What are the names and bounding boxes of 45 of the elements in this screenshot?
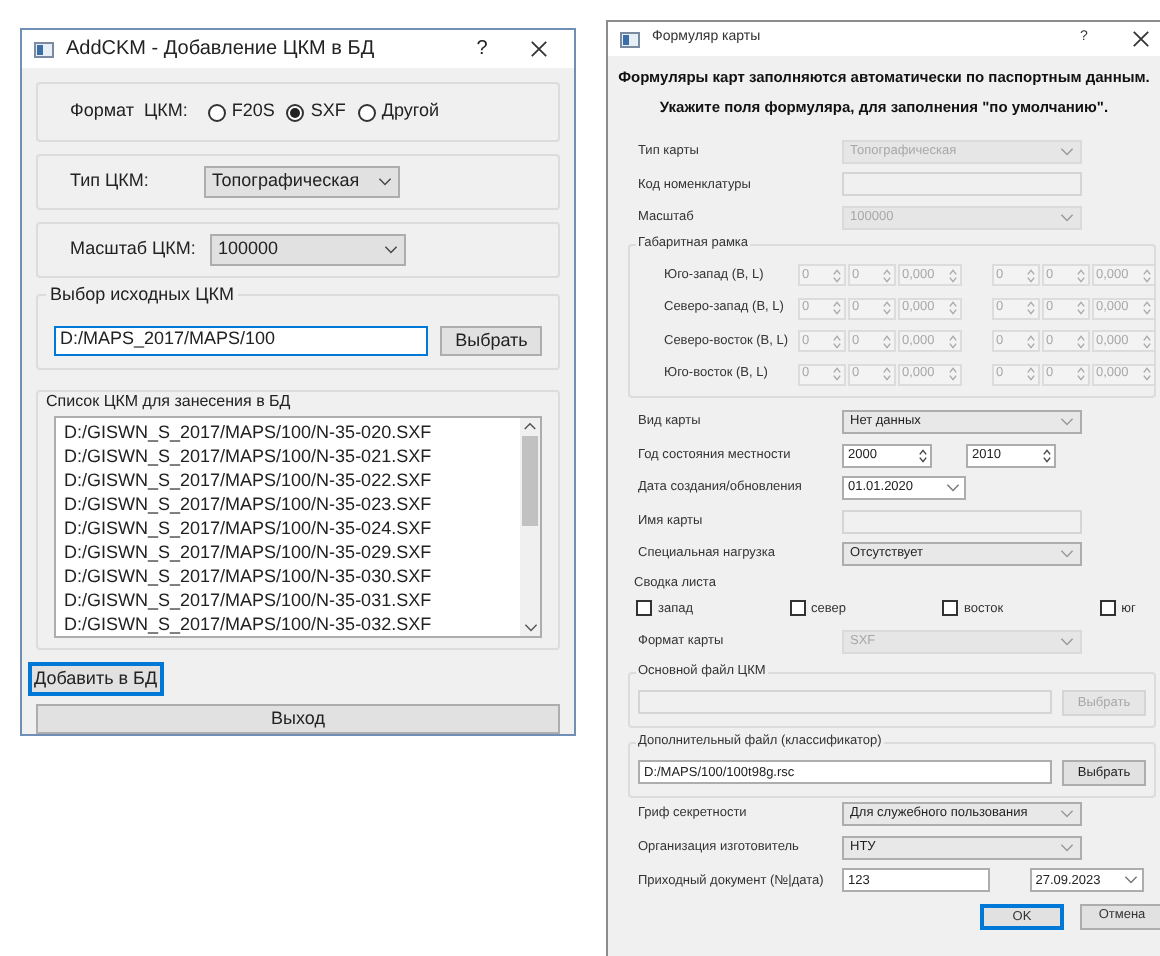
spin-arrows-icon[interactable] [1042, 447, 1052, 464]
chevron-down-icon [1060, 810, 1074, 819]
browse-button[interactable]: Выбрать [440, 325, 542, 355]
chevron-down-icon [1060, 147, 1074, 156]
scroll-thumb[interactable] [522, 436, 538, 526]
chevron-down-icon [946, 484, 960, 493]
chevron-down-icon [1060, 550, 1074, 559]
chevron-down-icon [523, 624, 537, 632]
file-list-item[interactable]: D:/GISWN_S_2017/MAPS/100/N-35-021.SXF [64, 444, 520, 468]
radio-option[interactable]: F20S [207, 98, 275, 126]
file-list-item[interactable]: D:/GISWN_S_2017/MAPS/100/N-35-023.SXF [64, 492, 520, 516]
chevron-down-icon [1060, 637, 1074, 646]
chevron-down-icon [1060, 843, 1074, 852]
radio-option[interactable]: Другой [357, 98, 440, 126]
file-list-item[interactable]: D:/GISWN_S_2017/MAPS/100/N-35-029.SXF [64, 540, 520, 564]
format-label: Формат ЦКМ: [70, 98, 188, 125]
window-title: AddCKM - Добавление ЦКМ в БД [66, 36, 377, 64]
chevron-down-icon [1060, 417, 1074, 426]
file-list-item[interactable]: D:/GISWN_S_2017/MAPS/100/N-35-024.SXF [64, 516, 520, 540]
combo-box[interactable]: 100000 [210, 234, 406, 266]
scrollbar[interactable] [520, 418, 540, 636]
close-icon[interactable] [1131, 30, 1149, 48]
file-list-item[interactable]: D:/GISWN_S_2017/MAPS/100/N-35-020.SXF [64, 420, 520, 444]
close-icon[interactable] [529, 40, 547, 58]
field-label: Тип ЦКМ: [70, 168, 151, 195]
group-title: Выбор исходных ЦКМ [46, 282, 238, 309]
chevron-down-icon [1124, 876, 1138, 885]
file-list-item[interactable]: D:/GISWN_S_2017/MAPS/100/N-35-032.SXF [64, 612, 520, 636]
chevron-down-icon [384, 246, 398, 254]
spin-arrows-icon[interactable] [918, 447, 928, 464]
window-icon [620, 31, 640, 47]
group-title: Список ЦКМ для занесения в БД [46, 390, 291, 414]
chevron-down-icon [378, 178, 392, 186]
file-list-item[interactable]: D:/GISWN_S_2017/MAPS/100/N-35-031.SXF [64, 588, 520, 612]
scroll-up-icon[interactable] [524, 422, 536, 430]
help-button[interactable]: ? [462, 34, 502, 64]
action-button[interactable]: Выход [36, 704, 560, 734]
window-icon [34, 41, 54, 57]
combo-box[interactable]: Топографическая [204, 166, 400, 198]
file-list-item[interactable]: D:/GISWN_S_2017/MAPS/100/N-35-030.SXF [64, 564, 520, 588]
file-list-item[interactable]: D:/GISWN_S_2017/MAPS/100/N-35-022.SXF [64, 468, 520, 492]
action-button[interactable]: Добавить в БД [28, 662, 164, 696]
path-field[interactable]: D:/MAPS_2017/MAPS/100 [54, 325, 429, 355]
radio-option[interactable]: SXF [286, 98, 346, 126]
chevron-down-icon [1060, 213, 1074, 222]
